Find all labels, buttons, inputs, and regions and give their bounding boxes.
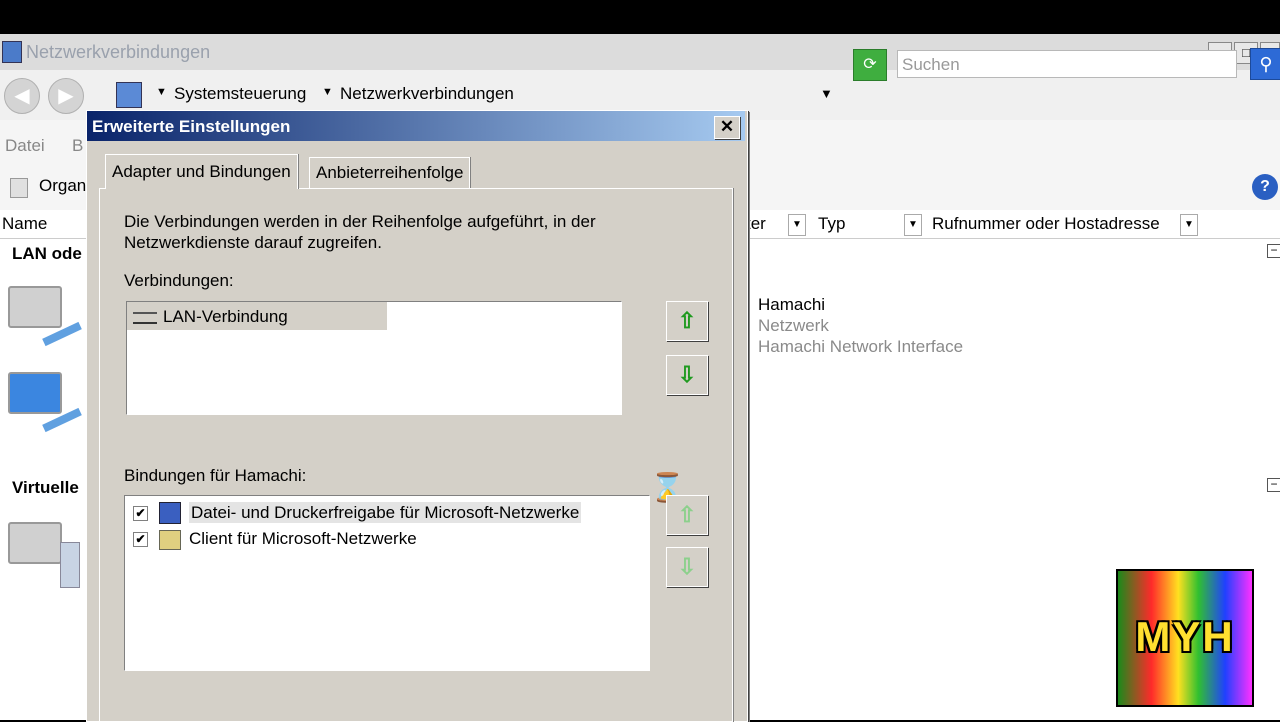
description-line-2: Netzwerkdienste darauf zugreifen. (124, 233, 382, 252)
collapse-icon[interactable]: − (1267, 244, 1280, 258)
breadcrumb-network-connections[interactable]: Netzwerkverbindungen (340, 84, 514, 104)
column-type[interactable]: Typ (818, 214, 845, 234)
binding-checkbox[interactable]: ✔ (133, 532, 148, 547)
move-binding-down-button[interactable]: ⇩ (666, 547, 708, 587)
search-input[interactable]: Suchen (897, 50, 1237, 78)
breadcrumb[interactable]: ▼ Systemsteuerung ▼ Netzwerkverbindungen… (116, 82, 846, 112)
bindings-label: Bindungen für Hamachi: (124, 466, 307, 485)
list-item[interactable]: ✔ Datei- und Druckerfreigabe für Microso… (133, 502, 633, 524)
column-dropdown-icon[interactable]: ▼ (904, 214, 922, 236)
column-name[interactable]: Name (2, 214, 47, 234)
connection-label: LAN-Verbindung (163, 307, 288, 326)
menu-edit[interactable]: B (72, 136, 83, 156)
group-header-virtual: Virtuelle (12, 478, 79, 497)
binding-label: Datei- und Druckerfreigabe für Microsoft… (189, 502, 582, 523)
tab-panel: Die Verbindungen werden in der Reihenfol… (99, 188, 733, 722)
watermark-text: MYH (1135, 613, 1235, 660)
hamachi-connection-device: Hamachi Network Interface (758, 337, 964, 356)
tab-provider-order[interactable]: Anbieterreihenfolge (309, 157, 471, 188)
letterbox (0, 0, 1280, 34)
back-button[interactable]: ◀ (4, 78, 40, 114)
explorer-title: Netzwerkverbindungen (26, 42, 211, 62)
dialog-title: Erweiterte Einstellungen (92, 117, 291, 136)
breadcrumb-control-panel[interactable]: Systemsteuerung (174, 84, 306, 104)
chevron-down-icon[interactable]: ▼ (156, 86, 167, 98)
description-line-1: Die Verbindungen werden in der Reihenfol… (124, 212, 596, 231)
binding-checkbox[interactable]: ✔ (133, 506, 148, 521)
refresh-icon[interactable]: ⟳ (853, 49, 887, 81)
control-panel-icon (116, 82, 142, 108)
help-icon[interactable]: ? (1252, 174, 1278, 200)
chevron-down-icon[interactable]: ▼ (322, 86, 333, 98)
connections-list[interactable]: LAN-Verbindung (126, 301, 622, 415)
lan-connection-icon (133, 312, 157, 324)
file-printer-sharing-icon (159, 502, 181, 524)
watermark-logo: MYH (1116, 569, 1254, 707)
advanced-settings-dialog: Erweiterte Einstellungen ✕ Adapter und B… (86, 110, 748, 722)
search-icon[interactable]: ⚲ (1250, 48, 1280, 80)
move-connection-up-button[interactable]: ⇧ (666, 301, 708, 341)
network-adapter-icon[interactable] (8, 286, 82, 347)
network-folder-icon (2, 41, 22, 63)
bindings-list[interactable]: ✔ Datei- und Druckerfreigabe für Microso… (124, 495, 650, 671)
connections-label: Verbindungen: (124, 271, 234, 290)
network-adapter-icon[interactable] (8, 372, 82, 433)
client-network-icon (159, 530, 181, 550)
move-connection-down-button[interactable]: ⇩ (666, 355, 708, 395)
hamachi-connection-name[interactable]: Hamachi (758, 294, 825, 315)
column-phone-host[interactable]: Rufnummer oder Hostadresse (932, 214, 1160, 234)
virtual-adapter-icon[interactable] (8, 522, 80, 588)
menu-file[interactable]: Datei (5, 136, 45, 156)
list-item[interactable]: ✔ Client für Microsoft-Netzwerke (133, 528, 633, 550)
column-dropdown-icon[interactable]: ▼ (788, 214, 806, 236)
dialog-close-button[interactable]: ✕ (714, 116, 740, 139)
organize-button[interactable]: Organ (39, 176, 86, 196)
binding-label: Client für Microsoft-Netzwerke (189, 529, 417, 548)
collapse-icon[interactable]: − (1267, 478, 1280, 492)
column-dropdown-icon[interactable]: ▼ (1180, 214, 1198, 236)
dialog-titlebar: Erweiterte Einstellungen ✕ (87, 111, 745, 141)
address-dropdown-icon[interactable]: ▼ (820, 86, 833, 101)
group-header-lan: LAN ode (12, 244, 82, 263)
hamachi-connection-status: Netzwerk (758, 316, 829, 335)
organize-icon (10, 178, 28, 198)
column-adapter[interactable]: ter (746, 214, 766, 234)
move-binding-up-button[interactable]: ⇧ (666, 495, 708, 535)
tab-adapters-bindings[interactable]: Adapter und Bindungen (105, 154, 298, 189)
forward-button[interactable]: ▶ (48, 78, 84, 114)
